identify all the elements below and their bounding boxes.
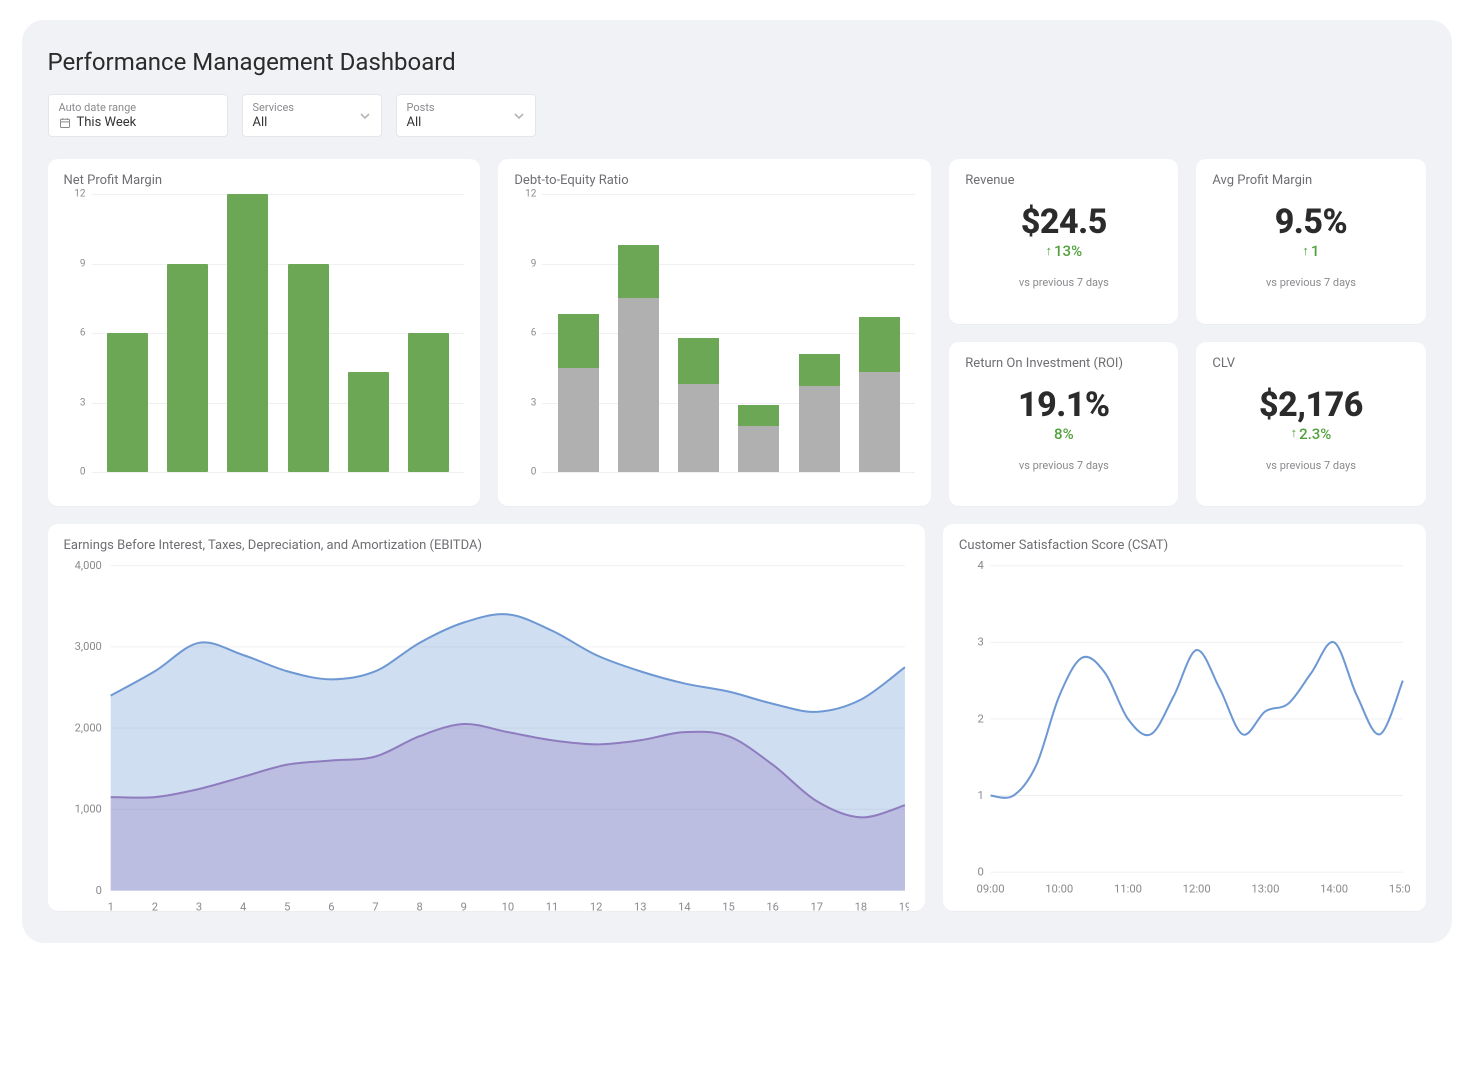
kpi-note: vs previous 7 days [1212, 276, 1409, 289]
up-arrow-icon: ↑ [1291, 427, 1298, 440]
kpi-value: 19.1% [965, 385, 1162, 425]
kpi-note: vs previous 7 days [965, 459, 1162, 472]
calendar-icon [59, 117, 71, 129]
ebitda-card: Earnings Before Interest, Taxes, Depreci… [48, 524, 925, 911]
svg-text:7: 7 [372, 901, 378, 914]
svg-text:3,000: 3,000 [74, 640, 101, 653]
kpi-value: $24.5 [965, 202, 1162, 242]
svg-text:3: 3 [195, 901, 201, 914]
up-arrow-icon: ↑ [1046, 245, 1053, 258]
csat-chart[interactable]: 0123409:0010:0011:0012:0013:0014:0015:00 [959, 559, 1410, 879]
page-title: Performance Management Dashboard [48, 48, 1426, 76]
kpi-note: vs previous 7 days [1212, 459, 1409, 472]
svg-text:2: 2 [977, 712, 983, 725]
svg-text:0: 0 [95, 884, 101, 897]
svg-text:15: 15 [722, 901, 735, 914]
svg-text:14:00: 14:00 [1320, 882, 1348, 895]
kpi-delta: ↑13% [965, 242, 1162, 260]
chart-title: Earnings Before Interest, Taxes, Depreci… [64, 538, 909, 553]
svg-text:0: 0 [977, 866, 983, 879]
net-profit-margin-chart[interactable]: 036912 [64, 194, 465, 494]
svg-text:2,000: 2,000 [74, 721, 101, 734]
kpi-grid: Revenue $24.5 ↑13% vs previous 7 days Av… [949, 159, 1425, 506]
up-arrow-icon: ↑ [1302, 245, 1309, 258]
svg-text:11: 11 [545, 901, 558, 914]
chart-title: Debt-to-Equity Ratio [514, 173, 915, 188]
svg-text:3: 3 [977, 636, 983, 649]
svg-text:11:00: 11:00 [1114, 882, 1142, 895]
debt-equity-chart[interactable]: 036912 [514, 194, 915, 494]
debt-equity-card: Debt-to-Equity Ratio 036912 [498, 159, 931, 506]
svg-text:4: 4 [977, 559, 984, 572]
chevron-down-icon [359, 110, 371, 122]
filter-value: This Week [59, 115, 217, 130]
svg-text:1: 1 [107, 901, 113, 914]
ebitda-chart[interactable]: 01,0002,0003,0004,0001234567891011121314… [64, 559, 909, 899]
bottom-row: Earnings Before Interest, Taxes, Depreci… [48, 524, 1426, 911]
csat-card: Customer Satisfaction Score (CSAT) 0 1 2 3 4… [943, 524, 1426, 911]
date-range-value: This Week [77, 115, 137, 130]
kpi-title: Revenue [965, 173, 1162, 188]
top-row: Net Profit Margin 036912 Debt-to-Equity … [48, 159, 1426, 506]
svg-text:1: 1 [977, 789, 983, 802]
filter-label: Posts [407, 101, 525, 114]
kpi-clv: CLV $2,176 ↑2.3% vs previous 7 days [1196, 342, 1425, 507]
net-profit-margin-card: Net Profit Margin 036912 [48, 159, 481, 506]
filter-label: Auto date range [59, 101, 217, 114]
svg-text:18: 18 [854, 901, 867, 914]
chevron-down-icon [513, 110, 525, 122]
date-range-filter[interactable]: Auto date range This Week [48, 94, 228, 137]
dashboard-page: Performance Management Dashboard Auto da… [22, 20, 1452, 943]
svg-text:12:00: 12:00 [1183, 882, 1211, 895]
kpi-title: Return On Investment (ROI) [965, 356, 1162, 371]
svg-text:2: 2 [151, 901, 157, 914]
svg-text:8: 8 [416, 901, 422, 914]
svg-text:14: 14 [678, 901, 691, 914]
svg-text:5: 5 [284, 901, 290, 914]
svg-text:10:00: 10:00 [1045, 882, 1073, 895]
svg-text:10: 10 [501, 901, 514, 914]
kpi-title: Avg Profit Margin [1212, 173, 1409, 188]
filter-value: All [407, 115, 525, 130]
chart-title: Customer Satisfaction Score (CSAT) [959, 538, 1410, 553]
svg-text:17: 17 [810, 901, 823, 914]
svg-text:4: 4 [239, 901, 245, 914]
svg-text:1,000: 1,000 [74, 803, 101, 816]
kpi-delta: 8% [965, 425, 1162, 443]
svg-text:09:00: 09:00 [976, 882, 1004, 895]
posts-filter[interactable]: Posts All [396, 94, 536, 137]
kpi-revenue: Revenue $24.5 ↑13% vs previous 7 days [949, 159, 1178, 324]
kpi-roi: Return On Investment (ROI) 19.1% 8% vs p… [949, 342, 1178, 507]
chart-title: Net Profit Margin [64, 173, 465, 188]
kpi-avg-profit-margin: Avg Profit Margin 9.5% ↑1 vs previous 7 … [1196, 159, 1425, 324]
kpi-value: 9.5% [1212, 202, 1409, 242]
kpi-value: $2,176 [1212, 385, 1409, 425]
svg-text:6: 6 [328, 901, 334, 914]
svg-text:4,000: 4,000 [74, 559, 101, 572]
svg-text:15:00: 15:00 [1389, 882, 1410, 895]
kpi-title: CLV [1212, 356, 1409, 371]
services-filter[interactable]: Services All [242, 94, 382, 137]
filter-value: All [253, 115, 371, 130]
svg-text:19: 19 [898, 901, 909, 914]
filter-label: Services [253, 101, 371, 114]
svg-text:13: 13 [633, 901, 646, 914]
kpi-delta: ↑2.3% [1212, 425, 1409, 443]
filter-bar: Auto date range This Week Services All P… [48, 94, 1426, 137]
svg-text:13:00: 13:00 [1251, 882, 1279, 895]
svg-text:12: 12 [589, 901, 602, 914]
svg-text:16: 16 [766, 901, 779, 914]
kpi-note: vs previous 7 days [965, 276, 1162, 289]
svg-text:9: 9 [460, 901, 466, 914]
kpi-delta: ↑1 [1212, 242, 1409, 260]
